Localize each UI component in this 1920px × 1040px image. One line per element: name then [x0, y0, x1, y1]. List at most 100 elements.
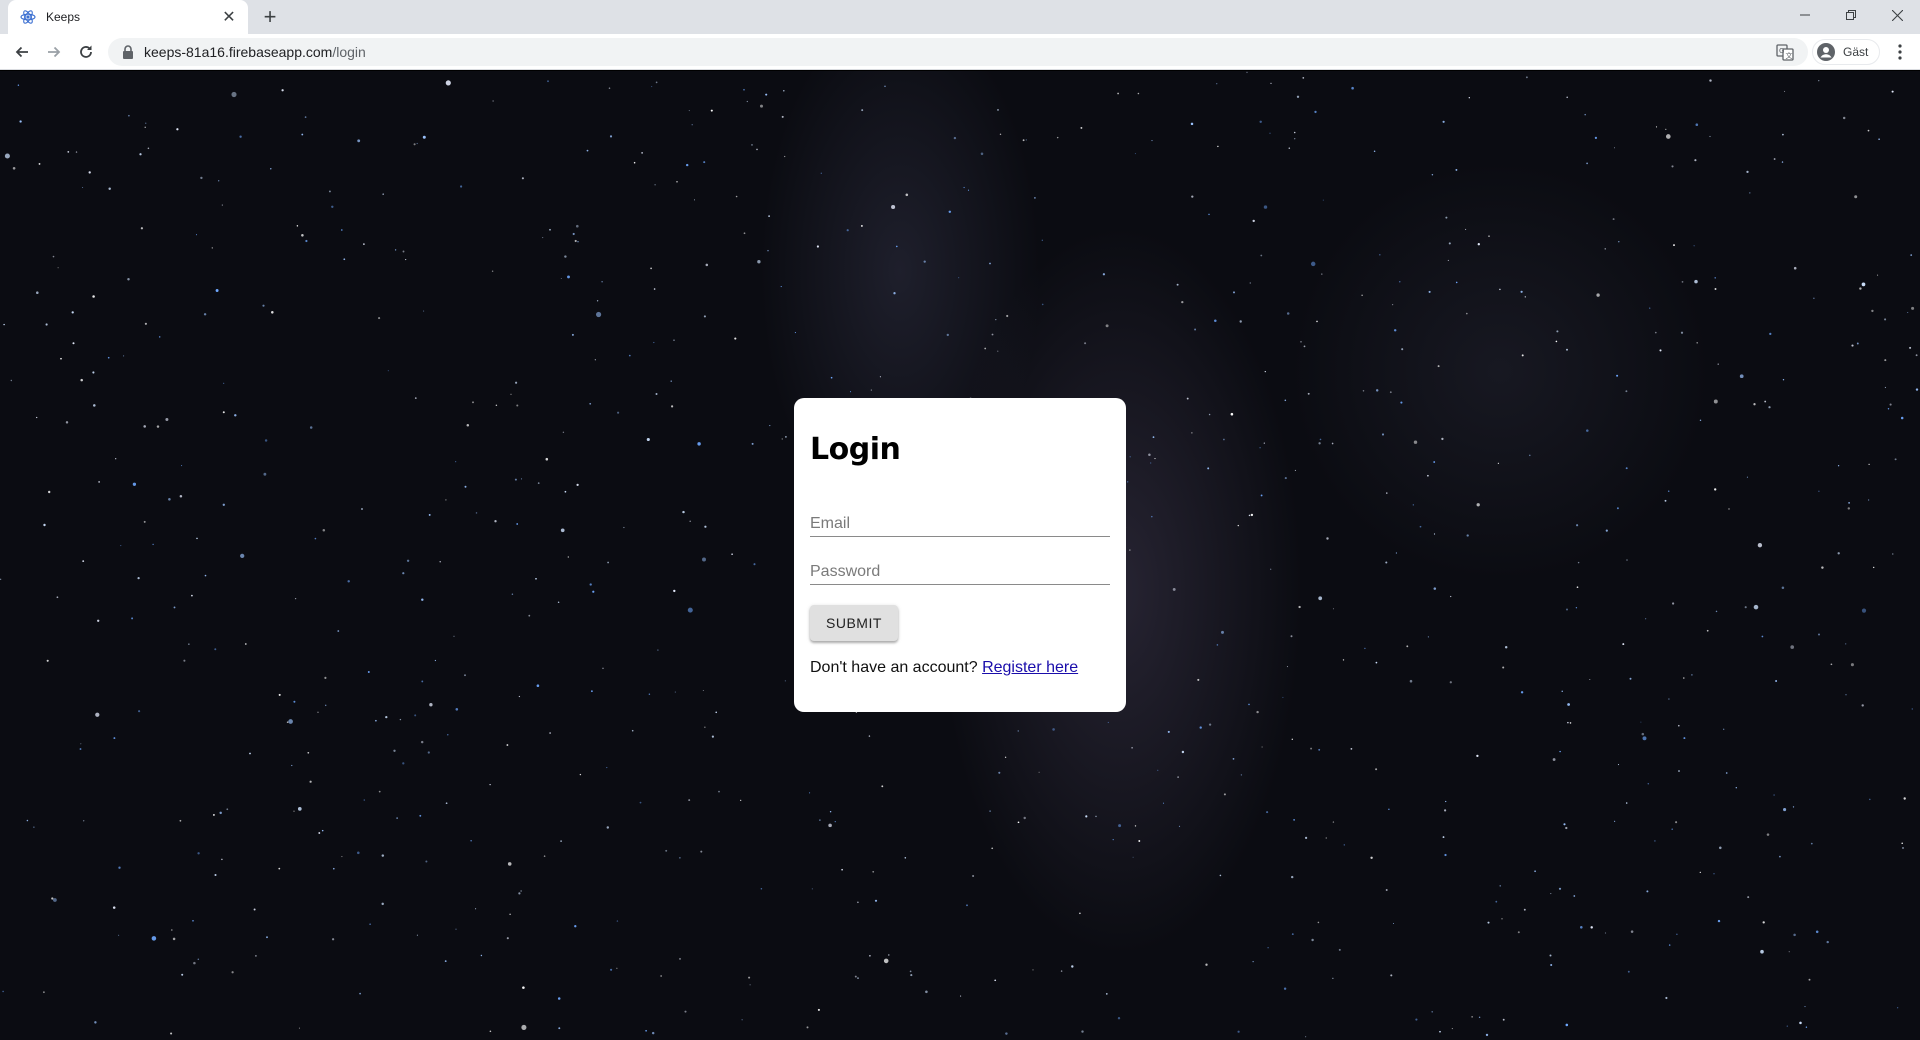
star [1267, 946, 1269, 949]
star [1105, 324, 1109, 328]
star [475, 908, 477, 910]
star [118, 934, 120, 936]
star [333, 867, 335, 870]
star [378, 790, 381, 793]
star [1649, 307, 1651, 309]
star [1132, 856, 1134, 858]
star [1575, 607, 1578, 609]
star [1647, 783, 1650, 785]
star [1915, 354, 1918, 357]
password-field[interactable] [810, 555, 1110, 584]
star [1717, 919, 1721, 923]
star [682, 510, 685, 514]
star [218, 180, 220, 182]
star [1296, 95, 1300, 98]
star [535, 577, 537, 580]
star [1713, 399, 1718, 404]
star [361, 508, 363, 510]
star [860, 224, 863, 227]
star [884, 85, 886, 88]
star [1713, 873, 1715, 875]
star [72, 342, 75, 345]
star [1455, 281, 1458, 284]
star [1753, 604, 1759, 610]
star [460, 185, 463, 188]
star [1291, 875, 1294, 879]
star [571, 333, 574, 336]
browser-menu-button[interactable] [1888, 38, 1912, 66]
star [181, 465, 183, 467]
star [82, 560, 85, 562]
star [455, 708, 459, 711]
star [337, 630, 340, 632]
new-tab-button[interactable]: + [258, 4, 282, 29]
star [522, 986, 525, 989]
star [628, 354, 631, 357]
star [1790, 645, 1795, 649]
star [1172, 587, 1176, 591]
star [654, 184, 656, 186]
back-button[interactable] [8, 38, 36, 66]
star [834, 821, 836, 823]
star [1127, 481, 1129, 483]
star [809, 792, 811, 794]
star [1681, 281, 1684, 283]
star [1400, 401, 1403, 404]
translate-icon[interactable]: G 文 [1776, 43, 1794, 61]
minimize-window-button[interactable] [1782, 0, 1828, 30]
star [1131, 746, 1133, 749]
star [784, 155, 786, 158]
star [967, 189, 970, 191]
star [1753, 403, 1756, 406]
submit-button[interactable]: SUBMIT [810, 605, 898, 641]
star [705, 263, 709, 267]
star [419, 814, 422, 817]
reload-button[interactable] [72, 38, 100, 66]
star [1471, 1016, 1473, 1018]
star [1162, 802, 1165, 804]
star [1406, 645, 1409, 648]
star [1556, 330, 1559, 333]
star [1671, 828, 1674, 831]
star [1370, 856, 1373, 859]
star [1034, 197, 1036, 199]
star [331, 938, 335, 941]
star [1095, 815, 1097, 818]
star [606, 826, 610, 829]
profile-button[interactable]: Gäst [1812, 39, 1880, 65]
star [616, 920, 619, 922]
address-bar[interactable]: keeps-81a16.firebaseapp.com/login [108, 38, 1808, 66]
close-window-button[interactable] [1874, 0, 1920, 30]
star [879, 376, 881, 378]
star [1232, 758, 1235, 760]
forward-button[interactable] [40, 38, 68, 66]
register-link[interactable]: Register here [982, 659, 1078, 676]
star [679, 957, 681, 960]
star [489, 783, 491, 786]
star [980, 152, 984, 156]
star [1625, 467, 1628, 470]
star [1375, 768, 1378, 771]
star [1596, 293, 1600, 297]
star [455, 928, 457, 930]
star [92, 371, 95, 374]
star [537, 482, 540, 484]
star [1294, 138, 1296, 140]
email-field[interactable] [810, 507, 1110, 536]
browser-tab[interactable]: Keeps ✕ [8, 0, 248, 34]
star [1804, 1006, 1806, 1008]
star [79, 748, 82, 750]
star [393, 749, 396, 752]
star [765, 93, 768, 96]
star [1316, 320, 1318, 323]
restore-window-button[interactable] [1828, 0, 1874, 30]
star [378, 317, 381, 320]
star [869, 954, 871, 957]
close-tab-icon[interactable]: ✕ [220, 8, 238, 26]
star [1640, 721, 1642, 723]
star [849, 391, 852, 393]
star [1622, 643, 1625, 646]
star [453, 635, 455, 637]
forward-arrow-icon [48, 46, 61, 58]
star [1361, 294, 1363, 296]
